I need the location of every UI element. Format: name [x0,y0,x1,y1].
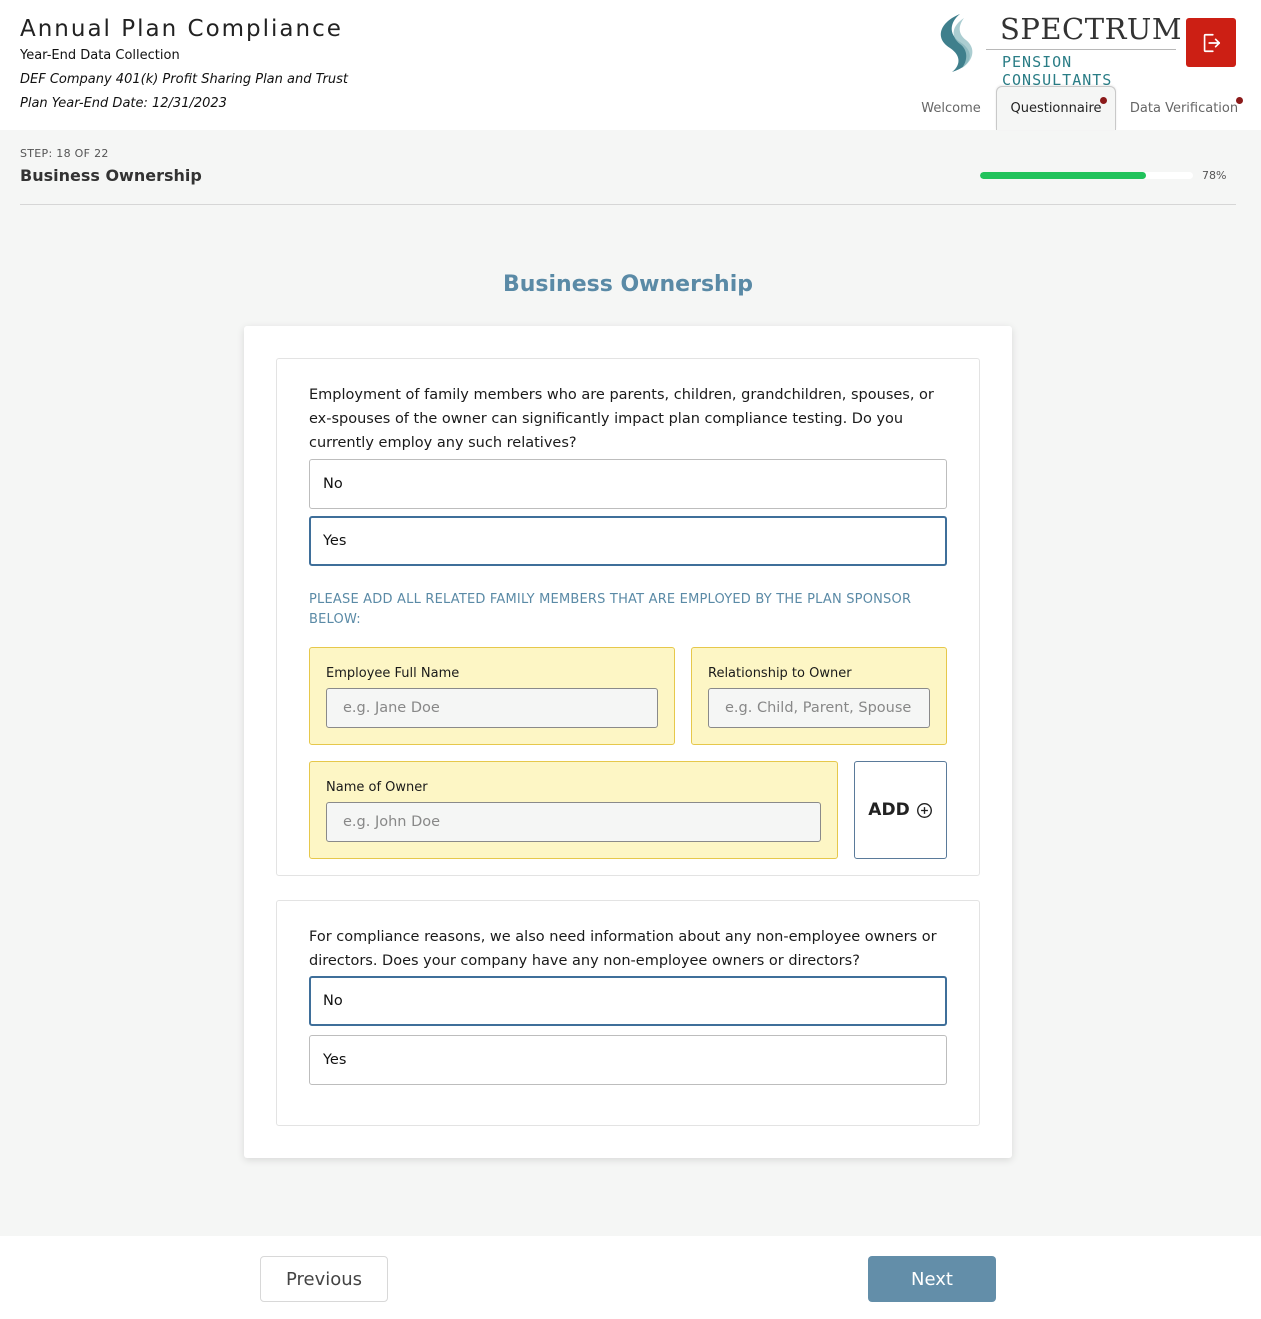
app-title: Annual Plan Compliance [20,16,343,42]
logo-divider [986,49,1176,50]
logout-icon [1203,33,1221,52]
step-title: Business Ownership [20,166,202,185]
section-heading: Business Ownership [502,272,753,297]
progress-bar [980,172,1193,179]
question-non-employee-owners: For compliance reasons, we also need inf… [276,900,980,1126]
logout-button[interactable] [1186,18,1236,67]
plus-circle-icon [916,802,932,818]
previous-button[interactable]: Previous [260,1256,388,1302]
data-verification-notification-dot [1236,97,1243,104]
questionnaire-notification-dot [1100,97,1107,104]
step-counter: STEP: 18 OF 22 [20,147,109,160]
company-logo: SPECTRUM PENSION CONSULTANTS [930,12,1183,89]
logo-swoosh-icon [940,14,973,72]
questionnaire-card: Employment of family members who are par… [244,326,1012,1158]
progress-fill [980,172,1147,179]
option-yes[interactable]: Yes [309,1035,947,1085]
tab-welcome[interactable]: Welcome [912,86,990,130]
employee-name-input[interactable] [326,688,658,728]
relationship-field-group: Relationship to Owner [691,647,947,745]
step-divider [20,204,1236,205]
relationship-label: Relationship to Owner [708,666,852,681]
family-instruction: PLEASE ADD ALL RELATED FAMILY MEMBERS TH… [309,592,912,627]
tab-data-verification[interactable]: Data Verification [1124,86,1244,130]
logo-main-text: SPECTRUM [1000,12,1183,46]
add-family-member-button[interactable]: ADD [854,761,947,859]
progress-percent: 78% [1202,169,1227,182]
employee-name-label: Employee Full Name [326,666,460,681]
app-header: Annual Plan Compliance Year-End Data Col… [0,0,1261,130]
logo-sub-text: PENSION CONSULTANTS [1002,53,1113,89]
relationship-input[interactable] [708,688,930,728]
plan-name: DEF Company 401(k) Profit Sharing Plan a… [20,72,348,87]
question-text: For compliance reasons, we also need inf… [309,929,937,969]
employee-name-field-group: Employee Full Name [309,647,675,745]
footer-nav: Previous Next [0,1236,1261,1319]
next-button[interactable]: Next [868,1256,996,1302]
option-no-selected[interactable]: No [309,976,947,1026]
option-no[interactable]: No [309,459,947,509]
option-yes-selected[interactable]: Yes [309,516,947,566]
owner-name-label: Name of Owner [326,780,428,795]
tab-questionnaire[interactable]: Questionnaire [996,86,1116,130]
owner-name-field-group: Name of Owner [309,761,838,859]
question-text: Employment of family members who are par… [309,387,934,451]
owner-name-input[interactable] [326,802,821,842]
add-button-label: ADD [868,800,910,820]
app-subtitle: Year-End Data Collection [20,48,180,63]
nav-tabs: Welcome Questionnaire Data Verification [0,86,1261,130]
question-family-members: Employment of family members who are par… [276,358,980,876]
